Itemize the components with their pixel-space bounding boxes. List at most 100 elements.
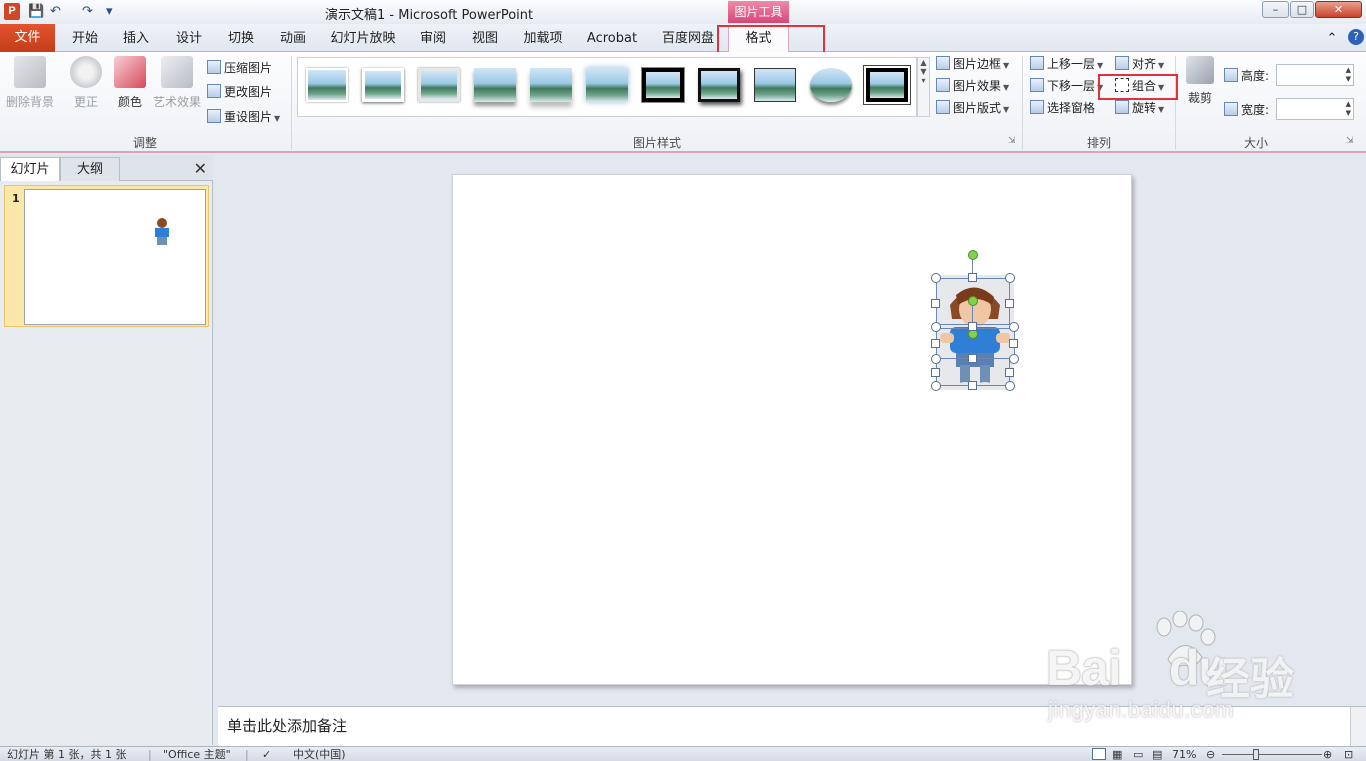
picture-style-7[interactable]: [641, 67, 685, 103]
tab-acrobat[interactable]: Acrobat: [583, 28, 641, 50]
undo-icon[interactable]: ↶: [50, 3, 61, 21]
tab-design[interactable]: 设计: [166, 28, 212, 50]
size-dialog-launcher-icon[interactable]: ⇲: [1346, 136, 1354, 146]
reading-view-icon[interactable]: ▭: [1133, 748, 1143, 761]
language-status[interactable]: 中文(中国): [293, 748, 346, 761]
picture-border-button[interactable]: 图片边框 ▼: [936, 54, 1009, 74]
tab-slideshow[interactable]: 幻灯片放映: [325, 28, 401, 50]
picture-style-5[interactable]: [530, 68, 572, 102]
picture-style-9[interactable]: [754, 68, 796, 102]
send-backward-button[interactable]: 下移一层 ▼: [1030, 76, 1103, 96]
zoom-out-icon[interactable]: ⊖: [1206, 748, 1215, 761]
resize-handle[interactable]: [931, 273, 941, 283]
slide-sorter-icon[interactable]: ▦: [1112, 748, 1122, 761]
resize-handle[interactable]: [931, 368, 940, 377]
crop-button[interactable]: 裁剪: [1182, 56, 1218, 106]
artistic-effects-button[interactable]: 艺术效果: [150, 56, 204, 110]
close-pane-icon[interactable]: ✕: [194, 159, 207, 178]
resize-handle[interactable]: [1009, 322, 1019, 332]
notes-scrollbar[interactable]: [1350, 707, 1366, 747]
picture-style-3[interactable]: [418, 68, 460, 102]
width-spinner-icon[interactable]: ▲ ▼: [1346, 100, 1351, 118]
width-input[interactable]: ▲ ▼: [1276, 98, 1354, 120]
picture-style-8[interactable]: [698, 68, 740, 102]
picture-style-4[interactable]: [474, 68, 516, 102]
resize-handle[interactable]: [931, 339, 940, 348]
align-button[interactable]: 对齐 ▼: [1115, 54, 1164, 74]
resize-handle[interactable]: [1005, 273, 1015, 283]
close-button[interactable]: ✕: [1315, 1, 1362, 18]
minimize-ribbon-icon[interactable]: ⌃: [1324, 28, 1340, 50]
picture-styles-gallery[interactable]: [297, 57, 917, 117]
resize-handle[interactable]: [968, 273, 977, 282]
theme-status[interactable]: "Office 主题": [163, 748, 231, 761]
rotation-handle[interactable]: [968, 250, 978, 260]
resize-handle[interactable]: [931, 354, 941, 364]
customize-qat-icon[interactable]: ▾: [106, 3, 113, 21]
height-spinner-icon[interactable]: ▲ ▼: [1346, 66, 1351, 84]
zoom-slider-thumb[interactable]: [1253, 749, 1259, 760]
rotate-button[interactable]: 旋转 ▼: [1115, 98, 1164, 118]
zoom-in-icon[interactable]: ⊕: [1323, 748, 1332, 761]
tab-home[interactable]: 开始: [60, 28, 110, 50]
picture-style-11[interactable]: [866, 68, 908, 102]
zoom-level[interactable]: 71%: [1172, 748, 1196, 761]
styles-dialog-launcher-icon[interactable]: ⇲: [1008, 136, 1016, 146]
powerpoint-app-icon[interactable]: P: [4, 3, 20, 20]
resize-handle[interactable]: [968, 322, 977, 331]
resize-handle[interactable]: [968, 354, 977, 363]
notes-placeholder[interactable]: 单击此处添加备注: [227, 715, 347, 736]
tab-review[interactable]: 审阅: [410, 28, 456, 50]
resize-handle[interactable]: [931, 299, 940, 308]
slideshow-view-icon[interactable]: ▤: [1152, 748, 1162, 761]
compress-pictures-button[interactable]: 压缩图片: [207, 58, 272, 78]
tab-transitions[interactable]: 切换: [218, 28, 264, 50]
tab-file[interactable]: 文件: [0, 24, 55, 52]
bring-forward-button[interactable]: 上移一层 ▼: [1030, 54, 1103, 74]
tab-animations[interactable]: 动画: [270, 28, 316, 50]
normal-view-icon[interactable]: [1092, 748, 1106, 760]
resize-handle[interactable]: [931, 322, 941, 332]
corrections-button[interactable]: 更正: [66, 56, 106, 110]
gallery-scroll-buttons[interactable]: ▲ ▼ ▾: [917, 57, 930, 117]
picture-style-6[interactable]: [586, 68, 628, 102]
slide-number: 1: [12, 192, 20, 205]
save-icon[interactable]: 💾: [28, 3, 44, 21]
resize-handle[interactable]: [1009, 339, 1018, 348]
tab-slides[interactable]: 幻灯片: [0, 157, 60, 181]
picture-layout-button[interactable]: 图片版式 ▼: [936, 98, 1009, 118]
redo-icon[interactable]: ↷: [82, 3, 93, 21]
rotation-handle[interactable]: [968, 296, 978, 306]
slide-thumbnail-1[interactable]: 1: [4, 185, 209, 327]
picture-style-10[interactable]: [810, 68, 852, 102]
resize-handle[interactable]: [1005, 381, 1015, 391]
picture-style-1[interactable]: [306, 68, 348, 102]
fit-to-window-icon[interactable]: ⊡: [1344, 748, 1353, 761]
height-input[interactable]: ▲ ▼: [1276, 64, 1354, 86]
resize-handle[interactable]: [1005, 299, 1014, 308]
zoom-slider[interactable]: [1222, 754, 1322, 755]
tab-view[interactable]: 视图: [462, 28, 508, 50]
tab-addins[interactable]: 加载项: [517, 28, 569, 50]
change-picture-button[interactable]: 更改图片: [207, 82, 272, 102]
resize-handle[interactable]: [931, 381, 941, 391]
minimize-button[interactable]: –: [1262, 1, 1289, 18]
selection-pane-button[interactable]: 选择窗格: [1030, 98, 1095, 118]
tab-outline[interactable]: 大纲: [60, 157, 120, 181]
resize-handle[interactable]: [1009, 354, 1019, 364]
resize-handle[interactable]: [968, 381, 977, 390]
picture-effects-button[interactable]: 图片效果 ▼: [936, 76, 1009, 96]
color-button[interactable]: 颜色: [110, 56, 150, 110]
slide-canvas[interactable]: [452, 174, 1132, 685]
remove-background-button[interactable]: 删除背景: [4, 56, 56, 110]
maximize-button[interactable]: □: [1290, 1, 1314, 18]
tab-baidu-netdisk[interactable]: 百度网盘: [657, 28, 719, 50]
spellcheck-icon[interactable]: ✓: [262, 748, 271, 761]
resize-handle[interactable]: [1005, 368, 1014, 377]
group-button[interactable]: 组合 ▼: [1115, 76, 1164, 96]
help-icon[interactable]: ?: [1348, 29, 1364, 45]
picture-style-2[interactable]: [362, 68, 404, 102]
tab-format[interactable]: 格式: [728, 26, 789, 53]
reset-picture-button[interactable]: 重设图片 ▼: [207, 107, 280, 127]
tab-insert[interactable]: 插入: [113, 28, 159, 50]
